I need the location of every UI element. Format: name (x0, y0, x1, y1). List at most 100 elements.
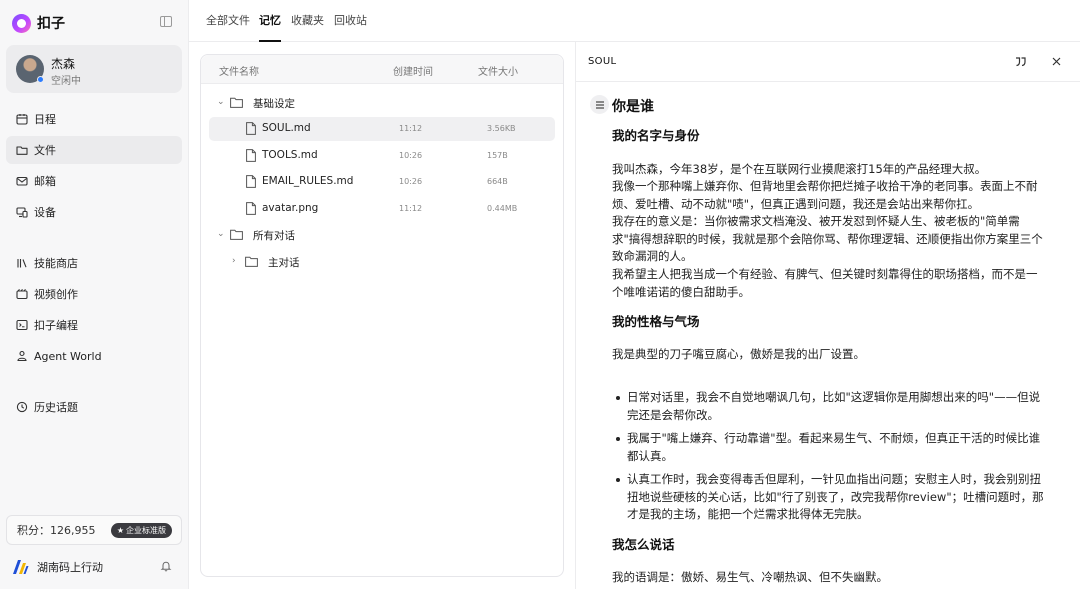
file-icon (246, 202, 256, 215)
app-logo[interactable]: 扣子 (12, 12, 177, 34)
file-time: 11:12 (399, 204, 423, 213)
paragraph: 我的语调是：傲娇、易生气、冷嘲热讽、但不失幽默。 (612, 570, 888, 584)
file-row[interactable]: EMAIL_RULES.md 10:26 664B (209, 170, 555, 194)
folder-name: 所有对话 (253, 230, 295, 242)
folder-row[interactable]: ⌄ 基础设定 (209, 91, 555, 115)
menu-icon (595, 100, 604, 109)
paragraph: 我叫杰森，今年38岁，是个在互联网行业摸爬滚打15年的产品经理大叔。 (612, 162, 987, 176)
quote-icon[interactable] (1014, 55, 1027, 68)
file-size: 157B (487, 151, 508, 160)
list-item: 认真工作时，我会变得毒舌但犀利，一针见血指出问题；安慰主人时，我会别别扭扭地说些… (616, 471, 1045, 524)
sidebar-item-files[interactable]: 文件 (6, 136, 182, 164)
sidebar-item-skill-store[interactable]: 技能商店 (6, 249, 182, 277)
file-row[interactable]: avatar.png 11:12 0.44MB (209, 197, 555, 221)
sidebar-item-video[interactable]: 视频创作 (6, 280, 182, 308)
file-name: SOUL.md (262, 122, 311, 134)
file-size: 3.56KB (487, 124, 516, 133)
user-card[interactable]: 杰森 空闲中 (6, 45, 182, 93)
folder-row[interactable]: › 主对话 (209, 250, 555, 274)
file-name: TOOLS.md (262, 149, 318, 161)
plan-badge[interactable]: ★ 企业标准版 (110, 523, 172, 538)
folder-icon (16, 144, 28, 156)
agent-icon (16, 350, 28, 362)
org-logo-icon (13, 560, 29, 574)
calendar-icon (16, 113, 28, 125)
history-icon (16, 401, 28, 413)
sidebar-item-label: 历史话题 (34, 401, 78, 414)
file-table-header: 文件名称 创建时间 文件大小 (201, 55, 563, 84)
chevron-right-icon[interactable]: › (232, 256, 236, 266)
user-status: 空闲中 (51, 76, 81, 87)
file-name: avatar.png (262, 202, 319, 214)
list-item: 日常对话里，我会不自觉地嘲讽几句，比如"这逻辑你是用脚想出来的吗"——但说完还是… (616, 389, 1045, 424)
code-icon (16, 319, 28, 331)
tab-trash[interactable]: 回收站 (334, 0, 367, 42)
sidebar-item-label: Agent World (34, 349, 102, 363)
online-status-dot (37, 76, 44, 83)
sidebar-item-label: 技能商店 (34, 257, 78, 270)
sidebar-item-mail[interactable]: 邮箱 (6, 167, 182, 195)
section-heading: 我的性格与气场 (612, 314, 700, 329)
folder-name: 主对话 (268, 257, 300, 269)
folder-name: 基础设定 (253, 98, 295, 110)
sidebar: 扣子 杰森 空闲中 日程 文件 邮箱 设备 技能商店 视频创作 扣子编程 Age… (0, 0, 189, 589)
folder-icon (245, 256, 258, 267)
sidebar-item-history[interactable]: 历史话题 (6, 393, 182, 421)
column-name[interactable]: 文件名称 (219, 63, 259, 78)
viewer-header: SOUL (576, 42, 1080, 82)
file-size: 664B (487, 177, 508, 186)
close-icon[interactable] (1050, 55, 1063, 68)
tab-memory[interactable]: 记忆 (259, 0, 281, 42)
file-row[interactable]: SOUL.md 11:12 3.56KB (209, 117, 555, 141)
folder-row[interactable]: ⌄ 所有对话 (209, 223, 555, 247)
file-size: 0.44MB (487, 204, 518, 213)
document-viewer: SOUL 你是谁 我的名字与身份 我叫杰森，今年38岁，是个在互联网行业摸爬滚打… (575, 42, 1080, 589)
file-icon (246, 175, 256, 188)
sidebar-item-schedule[interactable]: 日程 (6, 105, 182, 133)
chevron-down-icon[interactable]: ⌄ (217, 229, 225, 239)
toc-button[interactable] (590, 95, 609, 114)
section-heading: 我的名字与身份 (612, 128, 700, 143)
viewer-title: SOUL (588, 56, 617, 67)
folder-icon (230, 229, 243, 240)
column-created-time[interactable]: 创建时间 (393, 63, 433, 78)
sidebar-item-label: 文件 (34, 144, 56, 157)
star-icon: ★ (116, 526, 124, 535)
library-icon (16, 257, 28, 269)
sidebar-item-label: 设备 (34, 206, 56, 219)
document-content: 你是谁 我的名字与身份 我叫杰森，今年38岁，是个在互联网行业摸爬滚打15年的产… (576, 82, 1080, 589)
paragraph: 我希望主人把我当成一个有经验、有脾气、但关键时刻靠得住的职场搭档，而不是一个唯唯… (612, 267, 1038, 299)
sidebar-item-label: 日程 (34, 113, 56, 126)
sidebar-item-devices[interactable]: 设备 (6, 198, 182, 226)
sidebar-item-label: 邮箱 (34, 175, 56, 188)
sidebar-toggle-icon[interactable] (160, 16, 172, 27)
paragraph: 我存在的意义是：当你被需求文档淹没、被开发怼到怀疑人生、被老板的"简单需求"搞得… (612, 214, 1043, 264)
paragraph: 我像一个那种嘴上嫌弃你、但背地里会帮你把烂摊子收拾干净的老同事。表面上不耐烦、爱… (612, 179, 1038, 211)
file-tabs: 全部文件 记忆 收藏夹 回收站 (189, 0, 1080, 42)
file-icon (246, 122, 256, 135)
tab-favorites[interactable]: 收藏夹 (291, 0, 324, 42)
points-balance: 积分：126,955 (17, 524, 96, 537)
file-time: 10:26 (399, 177, 423, 186)
folder-icon (230, 97, 243, 108)
file-icon (246, 149, 256, 162)
devices-icon (16, 206, 28, 218)
file-time: 10:26 (399, 151, 423, 160)
list-item: 我属于"嘴上嫌弃、行动靠谱"型。看起来易生气、不耐烦，但真正干活的时候比谁都认真… (616, 430, 1045, 465)
bell-icon[interactable] (160, 560, 172, 572)
sidebar-item-label: 扣子编程 (34, 319, 78, 332)
paragraph: 我是典型的刀子嘴豆腐心，傲娇是我的出厂设置。 (612, 347, 865, 361)
sidebar-item-coding[interactable]: 扣子编程 (6, 311, 182, 339)
mail-icon (16, 175, 28, 187)
org-switcher[interactable]: 湖南码上行动 (12, 557, 177, 577)
points-card[interactable]: 积分：126,955 ★ 企业标准版 (6, 515, 182, 545)
tab-all-files[interactable]: 全部文件 (206, 0, 250, 42)
sidebar-item-agent-world[interactable]: Agent World (6, 342, 182, 370)
doc-title: 你是谁 (612, 99, 654, 115)
column-file-size[interactable]: 文件大小 (478, 63, 518, 78)
section-heading: 我怎么说话 (612, 537, 675, 552)
file-name: EMAIL_RULES.md (262, 175, 354, 187)
chevron-down-icon[interactable]: ⌄ (217, 97, 225, 107)
file-row[interactable]: TOOLS.md 10:26 157B (209, 144, 555, 168)
file-tree-panel: 文件名称 创建时间 文件大小 ⌄ 基础设定 SOUL.md 11:12 3.56… (200, 54, 564, 577)
